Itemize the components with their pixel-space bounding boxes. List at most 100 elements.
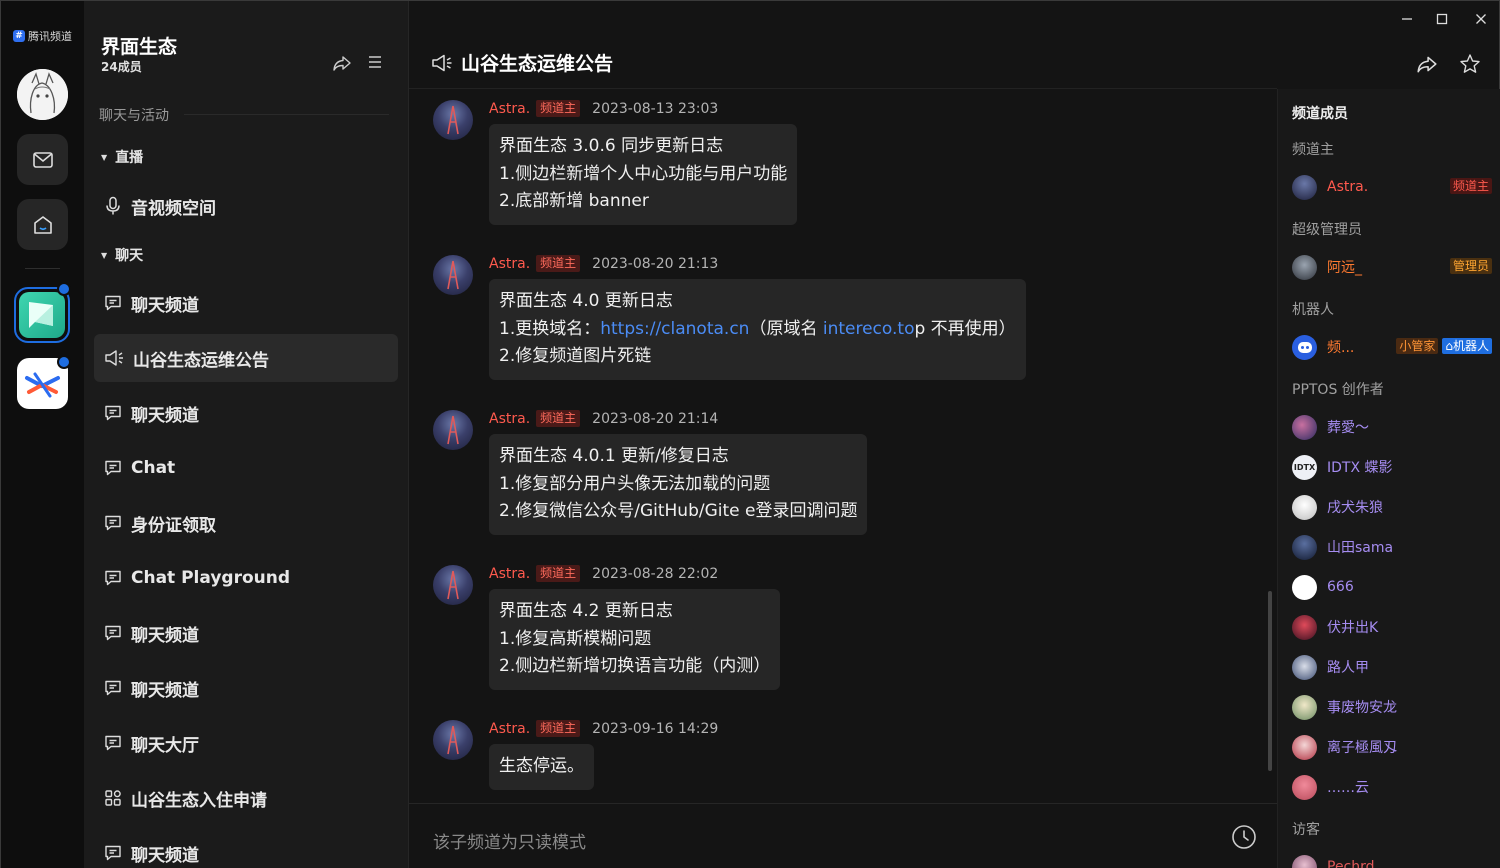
channel-item-announcements[interactable]: 山谷生态运维公告 — [94, 334, 398, 382]
channel-item[interactable]: 聊天频道 — [94, 279, 398, 327]
message-bubble[interactable]: 界面生态 3.0.6 同步更新日志 1.侧边栏新增个人中心功能与用户功能 2.底… — [489, 124, 798, 225]
member-row[interactable]: Pechrd — [1292, 854, 1492, 868]
member-avatar — [1292, 254, 1317, 280]
channel-item[interactable]: 山谷生态入住申请 — [94, 774, 398, 822]
member-row[interactable]: 频... 小管家 ⌂机器人 — [1292, 334, 1492, 360]
member-row[interactable]: 戌犬朱狼 — [1292, 494, 1492, 520]
new-domain-link[interactable]: https://clanota.cn — [600, 319, 749, 339]
home-icon — [33, 215, 52, 234]
group-label: 聊天 — [115, 248, 144, 264]
member-row[interactable]: 伏井出K — [1292, 614, 1492, 640]
user-avatar[interactable] — [17, 69, 68, 120]
message-line: 1.更换域名：https://clanota.cn（原域名 intereco.t… — [499, 316, 1016, 344]
domain-middle: （原域名 — [749, 318, 823, 339]
member-name: 葬愛～ — [1327, 420, 1369, 436]
guild-member-count[interactable]: 24成员 — [101, 58, 142, 75]
author-avatar[interactable] — [433, 720, 473, 760]
member-row[interactable]: 事废物安龙 — [1292, 694, 1492, 720]
microphone-icon — [106, 196, 120, 215]
member-panel-title: 频道成员 — [1292, 106, 1348, 122]
read-only-placeholder: 该子频道为只读模式 — [433, 833, 586, 853]
author-avatar[interactable] — [433, 100, 473, 140]
member-name: 离子極風刄 — [1327, 740, 1397, 756]
member-row[interactable]: 离子極風刄 — [1292, 734, 1492, 760]
member-name: 戌犬朱狼 — [1327, 500, 1383, 516]
member-avatar — [1292, 854, 1317, 868]
channel-item[interactable]: Chat — [94, 444, 398, 492]
share-icon — [333, 56, 351, 71]
author-name[interactable]: Astra. — [489, 256, 530, 272]
guild-menu-button[interactable] — [367, 54, 383, 74]
channel-item[interactable]: 身份证领取 — [94, 499, 398, 547]
share-channel-button[interactable] — [1416, 53, 1438, 79]
author-name[interactable]: Astra. — [489, 411, 530, 427]
chat-header: 山谷生态运维公告 — [409, 1, 1480, 89]
channel-label: 聊天频道 — [131, 405, 199, 426]
owner-badge: 频道主 — [536, 255, 581, 272]
author-name[interactable]: Astra. — [489, 566, 530, 582]
group-chat[interactable]: ▼ 聊天 — [101, 245, 143, 265]
message-line: 1.修复高斯模糊问题 — [499, 628, 652, 649]
domain-suffix: p 不再使用） — [914, 318, 1016, 339]
channel-label: 聊天频道 — [131, 625, 199, 646]
chat-bubble-icon — [105, 460, 121, 476]
channel-item[interactable]: 聊天频道 — [94, 664, 398, 712]
favorite-channel-button[interactable] — [1459, 53, 1481, 79]
member-avatar — [1292, 654, 1317, 680]
member-avatar — [1292, 614, 1317, 640]
app-grid-icon — [105, 790, 121, 806]
member-row[interactable]: 阿远_ 管理员 — [1292, 254, 1492, 280]
member-row[interactable]: 葬愛～ — [1292, 414, 1492, 440]
discover-button[interactable] — [17, 199, 68, 250]
role-heading: 频道主 — [1292, 142, 1334, 158]
inbox-button[interactable] — [17, 134, 68, 185]
group-live[interactable]: ▼ 直播 — [101, 147, 143, 167]
channel-item[interactable]: Chat Playground — [94, 554, 398, 602]
maximize-button[interactable] — [1432, 9, 1452, 29]
channel-item[interactable]: 聊天频道 — [94, 389, 398, 437]
channel-item[interactable]: 聊天频道 — [94, 609, 398, 657]
message-line: 界面生态 3.0.6 同步更新日志 — [499, 136, 724, 156]
channel-title: 山谷生态运维公告 — [431, 49, 613, 76]
message-line: 2.侧边栏新增切换语言功能（内测） — [499, 656, 771, 676]
channel-item-av-space[interactable]: 音视频空间 — [94, 182, 398, 230]
message-bubble[interactable]: 界面生态 4.0 更新日志 1.更换域名：https://clanota.cn（… — [489, 279, 1026, 380]
member-row[interactable]: ……云 — [1292, 774, 1492, 800]
close-button[interactable] — [1471, 9, 1491, 29]
channel-label: 身份证领取 — [131, 515, 216, 536]
member-row[interactable]: 666 — [1292, 574, 1492, 600]
member-avatar — [1292, 494, 1317, 520]
minimize-icon — [1402, 18, 1412, 20]
author-avatar[interactable] — [433, 255, 473, 295]
member-avatar — [1292, 774, 1317, 800]
message-bubble[interactable]: 界面生态 4.2 更新日志 1.修复高斯模糊问题 2.侧边栏新增切换语言功能（内… — [489, 589, 781, 690]
member-row[interactable]: 路人甲 — [1292, 654, 1492, 680]
message-bubble[interactable]: 生态停运。 — [489, 744, 594, 790]
member-name: 山田sama — [1327, 540, 1394, 556]
guild-rail: # 腾讯频道 — [1, 1, 84, 868]
member-row[interactable]: IDTX IDTX 蝶影 — [1292, 454, 1492, 480]
author-avatar[interactable] — [433, 565, 473, 605]
message-line: 界面生态 4.0.1 更新/修复日志 — [499, 446, 729, 466]
old-domain-link[interactable]: intereco.to — [823, 319, 915, 339]
author-name[interactable]: Astra. — [489, 101, 530, 117]
unread-dot — [57, 282, 71, 296]
role-heading: 访客 — [1292, 822, 1320, 838]
member-panel: 频道成员 频道主 Astra. 频道主 超级管理员 阿远_ 管理员 机器人 频.… — [1277, 89, 1500, 868]
author-name[interactable]: Astra. — [489, 721, 530, 737]
channel-label: Chat — [131, 458, 176, 478]
channel-item[interactable]: 聊天大厅 — [94, 719, 398, 767]
author-avatar[interactable] — [433, 410, 473, 450]
caret-down-icon: ▼ — [101, 152, 108, 162]
channel-item[interactable]: 聊天频道 — [94, 829, 398, 868]
chat-scrollbar[interactable] — [1268, 591, 1272, 771]
share-guild-button[interactable] — [332, 53, 352, 77]
history-button[interactable] — [1231, 824, 1257, 854]
chat-bubble-icon — [105, 570, 121, 586]
member-row[interactable]: Astra. 频道主 — [1292, 174, 1492, 200]
member-row[interactable]: 山田sama — [1292, 534, 1492, 560]
minimize-button[interactable] — [1397, 9, 1417, 29]
message-composer[interactable]: 该子频道为只读模式 — [409, 803, 1277, 868]
channel-title-text: 山谷生态运维公告 — [461, 53, 614, 75]
message-bubble[interactable]: 界面生态 4.0.1 更新/修复日志 1.修复部分用户头像无法加载的问题 2.修… — [489, 434, 868, 535]
